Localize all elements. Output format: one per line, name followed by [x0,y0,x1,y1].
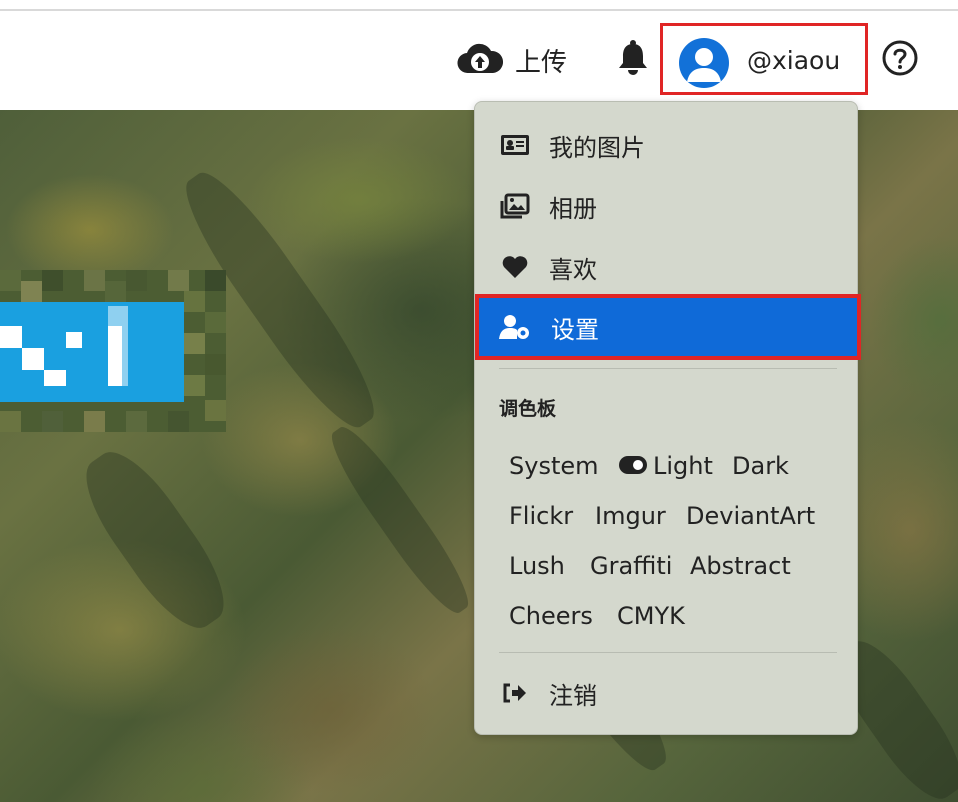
palette-cmyk[interactable]: CMYK [617,602,685,630]
palette-abstract[interactable]: Abstract [690,552,791,580]
user-dropdown-menu: 我的图片 相册 喜欢 设置 调色板 System Light Dark Flic… [474,101,861,735]
menu-item-logout[interactable]: 注销 [483,668,849,718]
palette-light-label: Light [653,452,713,480]
menu-item-label: 设置 [551,315,599,344]
bell-icon [616,39,650,81]
albums-icon [499,190,531,222]
menu-item-albums[interactable]: 相册 [483,181,849,231]
palette-flickr[interactable]: Flickr [509,502,573,530]
menu-item-settings[interactable]: 设置 [475,294,861,360]
palette-cheers[interactable]: Cheers [509,602,593,630]
menu-divider [499,652,837,653]
cloud-upload-icon [457,41,504,79]
sign-out-icon [499,677,531,709]
menu-item-my-images[interactable]: 我的图片 [483,120,849,170]
palette-dark[interactable]: Dark [732,452,789,480]
username: @xiaou [747,46,841,75]
menu-item-likes[interactable]: 喜欢 [483,242,849,292]
upload-button[interactable]: 上传 [457,40,567,80]
menu-item-label: 相册 [549,194,597,223]
palette-deviantart[interactable]: DeviantArt [686,502,815,530]
palette-imgur[interactable]: Imgur [595,502,666,530]
pixelated-logo [0,270,226,432]
menu-divider [499,368,837,369]
id-card-icon [499,129,531,161]
palette-system[interactable]: System [509,452,599,480]
toggle-on-icon [619,456,647,474]
palette-heading: 调色板 [499,398,557,420]
menu-item-label: 喜欢 [549,255,597,284]
palette-lush[interactable]: Lush [509,552,565,580]
menu-item-label: 我的图片 [549,133,645,162]
help-button[interactable] [880,40,920,80]
menu-item-label: 注销 [549,681,597,710]
user-profile-button[interactable]: @xiaou [660,23,868,95]
palette-graffiti[interactable]: Graffiti [590,552,672,580]
notifications-button[interactable] [614,40,652,80]
heart-icon [499,251,531,283]
user-avatar-icon [679,38,729,88]
question-circle-icon [881,39,919,81]
upload-label: 上传 [515,47,568,78]
user-cog-icon [499,311,531,343]
palette-light[interactable]: Light [619,452,713,480]
